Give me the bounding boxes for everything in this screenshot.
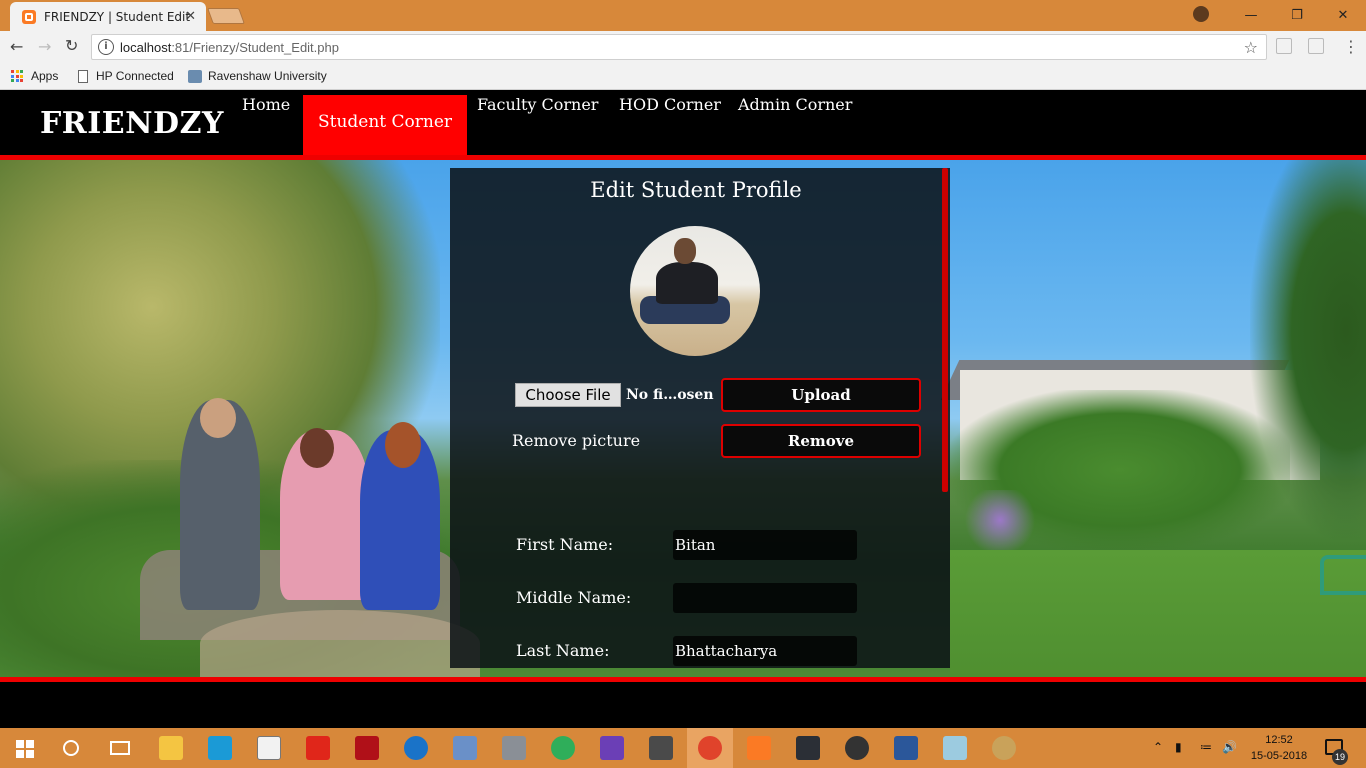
file-input[interactable]: Choose File No fi…osen xyxy=(515,383,720,407)
notification-badge: 19 xyxy=(1332,749,1348,765)
first-name-label: First Name: xyxy=(516,535,614,554)
tab-close-icon[interactable]: ✕ xyxy=(185,9,196,24)
tools-icon[interactable] xyxy=(502,736,526,760)
paint-icon[interactable] xyxy=(992,736,1016,760)
last-name-label: Last Name: xyxy=(516,641,610,660)
tab-title: FRIENDZY | Student Edit xyxy=(44,9,191,24)
bookmarks-bar: Apps HP Connected Ravenshaw University xyxy=(0,63,1366,90)
remove-picture-label: Remove picture xyxy=(512,431,641,450)
windows-start-icon[interactable] xyxy=(16,740,34,758)
apps-grid-icon xyxy=(11,70,23,82)
page-title: Edit Student Profile xyxy=(590,178,802,202)
battery-icon[interactable]: ▮ xyxy=(1175,740,1182,754)
virtualbox-icon[interactable] xyxy=(453,736,477,760)
nav-admin-corner[interactable]: Admin Corner xyxy=(738,95,852,114)
app-red-icon[interactable] xyxy=(306,736,330,760)
terminal-icon[interactable] xyxy=(796,736,820,760)
remove-button[interactable]: Remove xyxy=(721,424,921,458)
minimize-button[interactable]: — xyxy=(1228,0,1274,31)
site-footer xyxy=(0,682,1366,728)
network-icon[interactable]: ≔ xyxy=(1200,740,1212,754)
file-explorer-icon[interactable] xyxy=(159,736,183,760)
site-icon xyxy=(188,69,202,83)
nav-faculty-corner[interactable]: Faculty Corner xyxy=(477,95,598,114)
mcafee-icon[interactable] xyxy=(355,736,379,760)
xampp-favicon-icon xyxy=(22,9,36,24)
window-controls: — ❐ ✕ xyxy=(1228,0,1366,31)
choose-file-button[interactable]: Choose File xyxy=(515,383,621,407)
task-view-icon[interactable] xyxy=(110,741,130,755)
lync-icon[interactable] xyxy=(208,736,232,760)
chrome-icon[interactable] xyxy=(698,736,722,760)
wpm-icon[interactable] xyxy=(845,736,869,760)
url-text: localhost:81/Frienzy/Student_Edit.php xyxy=(120,40,339,55)
atom-icon[interactable] xyxy=(551,736,575,760)
notes-icon[interactable] xyxy=(943,736,967,760)
system-clock[interactable]: 12:52 15-05-2018 xyxy=(1249,732,1309,764)
tray-chevron-icon[interactable]: ⌃ xyxy=(1153,740,1163,754)
first-name-input[interactable]: Bitan xyxy=(673,530,857,560)
menu-dots-icon[interactable]: ⋮ xyxy=(1343,37,1359,56)
address-bar[interactable]: i localhost:81/Frienzy/Student_Edit.php … xyxy=(91,34,1267,60)
back-arrow-icon[interactable]: ← xyxy=(10,37,23,56)
sublime-icon[interactable] xyxy=(649,736,673,760)
visual-studio-icon[interactable] xyxy=(600,736,624,760)
profile-picture xyxy=(630,226,760,356)
word-icon[interactable] xyxy=(894,736,918,760)
new-tab-button[interactable] xyxy=(207,8,245,24)
forward-arrow-icon[interactable]: → xyxy=(38,37,51,56)
bookmark-ravenshaw[interactable]: Ravenshaw University xyxy=(188,69,327,83)
last-name-input[interactable]: Bhattacharya xyxy=(673,636,857,666)
volume-icon[interactable]: 🔊 xyxy=(1222,740,1237,754)
page-icon xyxy=(78,69,88,83)
reload-icon[interactable]: ↻ xyxy=(65,36,78,55)
nav-hod-corner[interactable]: HOD Corner xyxy=(619,95,721,114)
edge-icon[interactable] xyxy=(404,736,428,760)
panel-scrollbar[interactable] xyxy=(942,168,948,492)
clock-date: 15-05-2018 xyxy=(1250,750,1308,762)
upload-button[interactable]: Upload xyxy=(721,378,921,412)
info-icon[interactable]: i xyxy=(98,39,114,55)
extension-icon[interactable] xyxy=(1276,38,1292,54)
cortana-search-icon[interactable] xyxy=(63,740,79,756)
middle-name-input[interactable] xyxy=(673,583,857,613)
store-icon[interactable] xyxy=(257,736,281,760)
clock-time: 12:52 xyxy=(1265,734,1293,746)
bookmark-apps[interactable]: Apps xyxy=(11,69,58,83)
nav-student-corner[interactable]: Student Corner xyxy=(303,95,467,155)
site-logo[interactable]: FRIENDZY xyxy=(40,106,224,141)
pdf-extension-icon[interactable] xyxy=(1308,38,1324,54)
middle-name-label: Middle Name: xyxy=(516,588,632,607)
browser-tab[interactable]: FRIENDZY | Student Edit ✕ xyxy=(10,2,206,31)
bookmark-star-icon[interactable]: ☆ xyxy=(1244,38,1258,57)
xampp-icon[interactable] xyxy=(747,736,771,760)
profile-icon[interactable] xyxy=(1193,6,1209,22)
bookmark-hp-connected[interactable]: HP Connected xyxy=(78,69,174,83)
close-window-button[interactable]: ✕ xyxy=(1320,0,1366,31)
restore-button[interactable]: ❐ xyxy=(1274,0,1320,31)
nav-home[interactable]: Home xyxy=(242,95,290,114)
file-status: No fi…osen xyxy=(626,387,714,403)
